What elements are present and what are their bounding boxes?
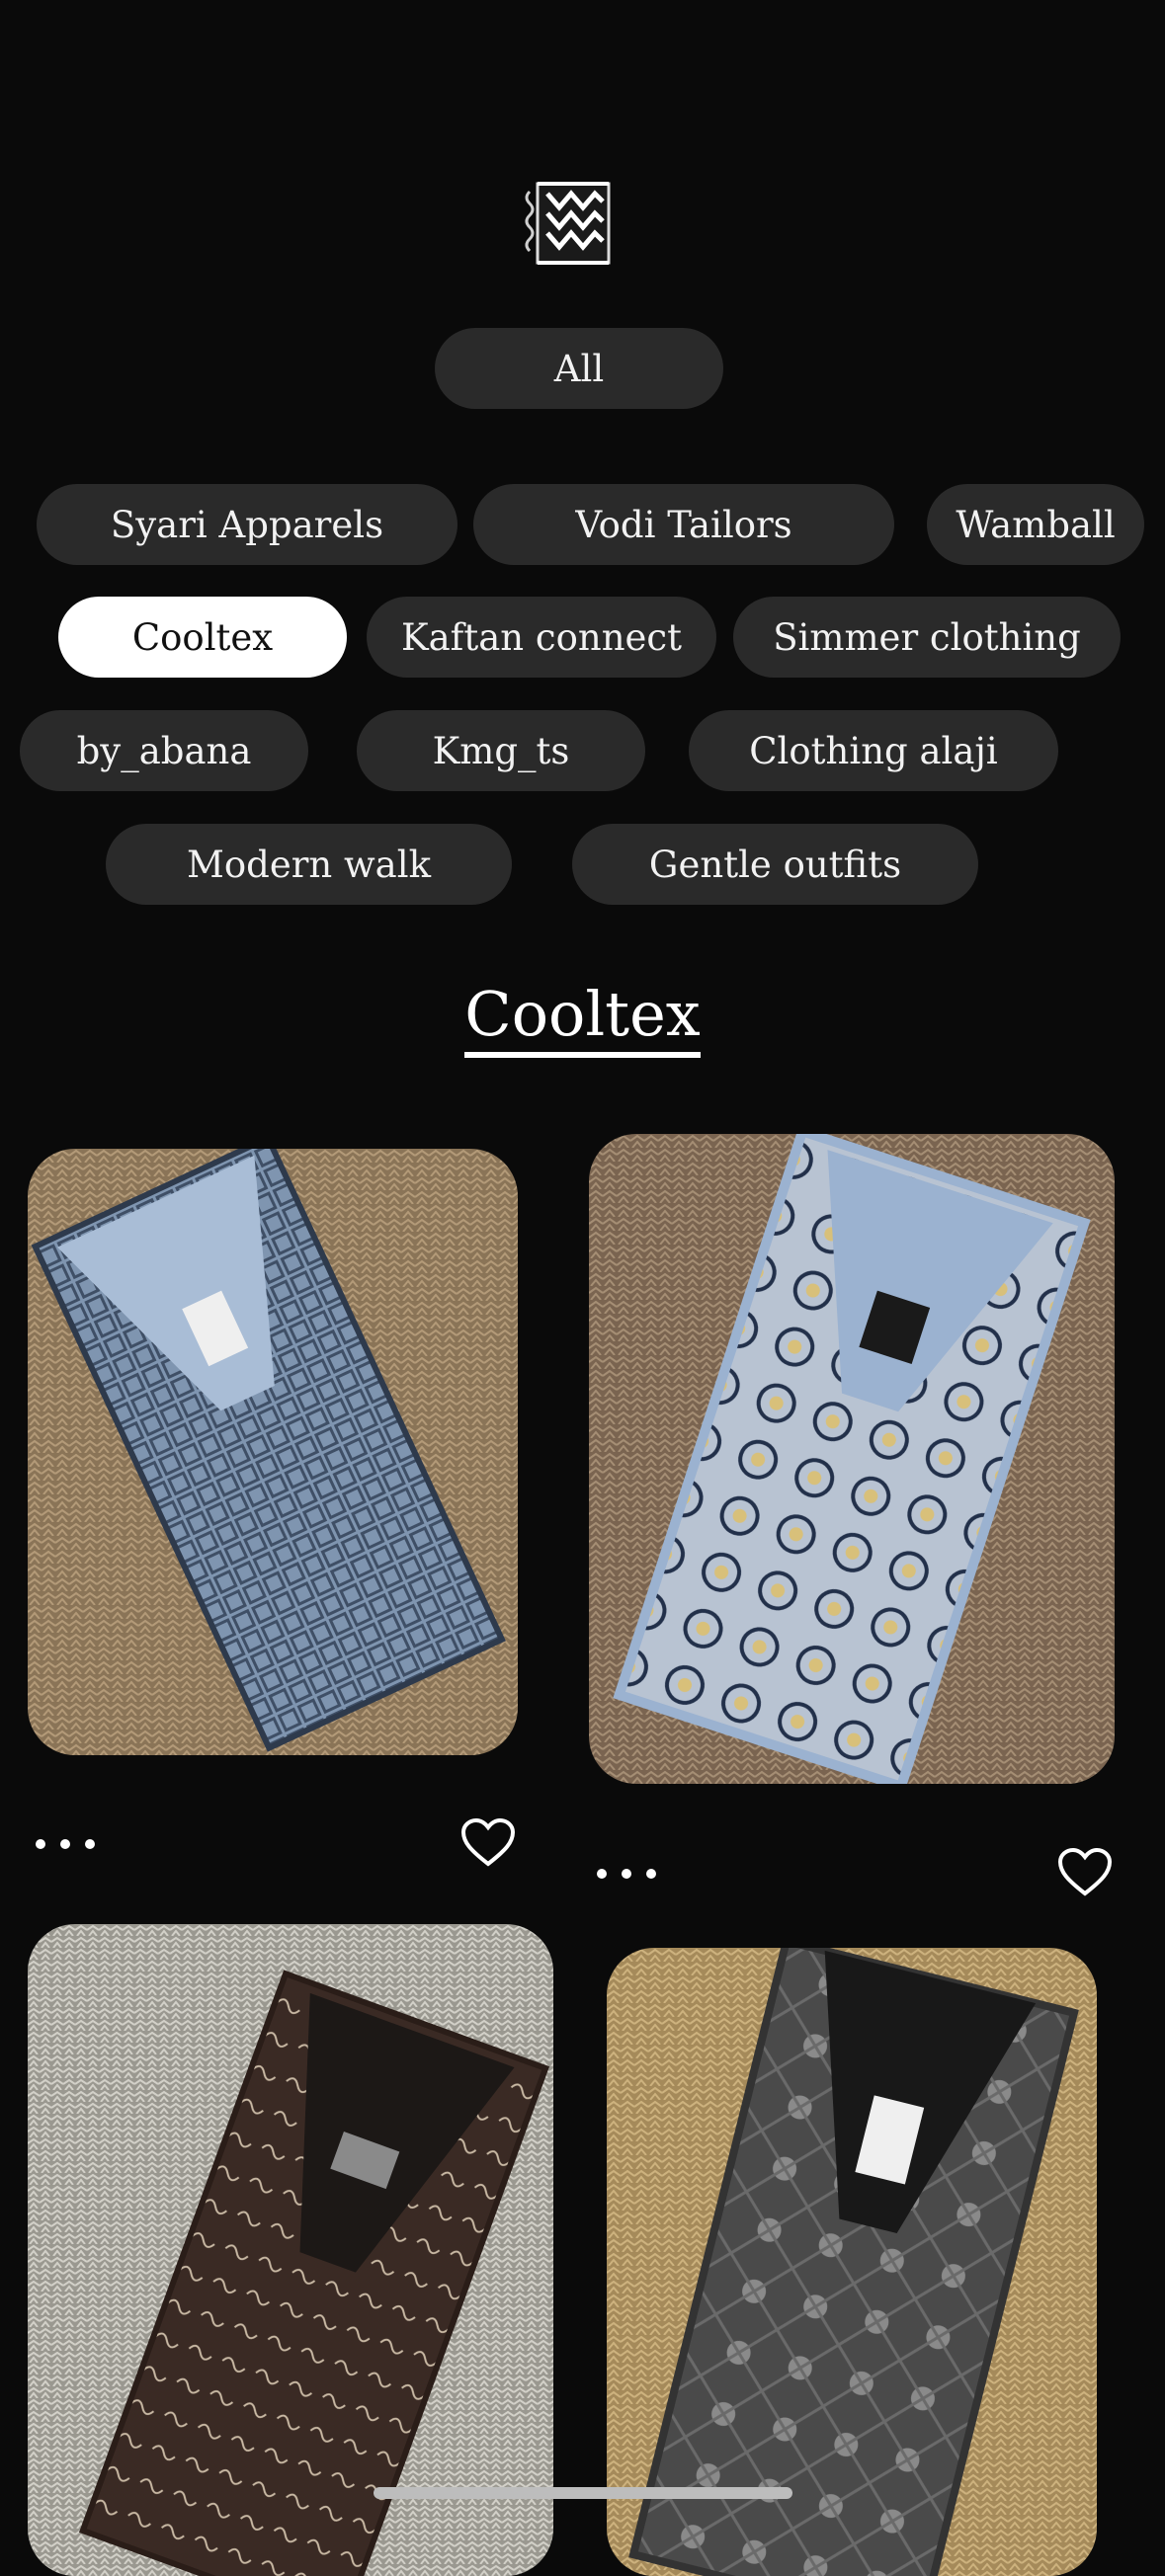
filter-chip-syari-apparels[interactable]: Syari Apparels — [37, 484, 458, 565]
filter-chip-kmg-ts[interactable]: Kmg_ts — [357, 710, 645, 791]
heart-icon[interactable] — [1057, 1847, 1113, 1898]
filter-chip-by-abana[interactable]: by_abana — [20, 710, 308, 791]
product-image-1[interactable] — [28, 1149, 518, 1755]
brand-logo-icon — [520, 178, 619, 269]
filter-chip-cooltex[interactable]: Cooltex — [58, 597, 347, 678]
section-title-text: Cooltex — [464, 980, 701, 1059]
filter-chip-wamball[interactable]: Wamball — [927, 484, 1144, 565]
filter-chip-kaftan-connect[interactable]: Kaftan connect — [367, 597, 716, 678]
filter-chip-simmer-clothing[interactable]: Simmer clothing — [733, 597, 1121, 678]
filter-chip-gentle-outfits[interactable]: Gentle outfits — [572, 824, 978, 905]
more-dots-icon[interactable] — [597, 1859, 656, 1889]
more-dots-icon[interactable] — [36, 1829, 95, 1859]
product-image-4[interactable] — [607, 1948, 1097, 2576]
filter-chip-modern-walk[interactable]: Modern walk — [106, 824, 512, 905]
section-title: Cooltex — [0, 978, 1165, 1059]
heart-icon[interactable] — [460, 1817, 516, 1869]
filter-chip-vodi-tailors[interactable]: Vodi Tailors — [473, 484, 894, 565]
product-image-3[interactable] — [28, 1924, 553, 2576]
filter-chip-all[interactable]: All — [435, 328, 723, 409]
product-image-2[interactable] — [589, 1134, 1115, 1784]
filter-chip-clothing-alaji[interactable]: Clothing alaji — [689, 710, 1058, 791]
home-indicator — [374, 2487, 792, 2499]
